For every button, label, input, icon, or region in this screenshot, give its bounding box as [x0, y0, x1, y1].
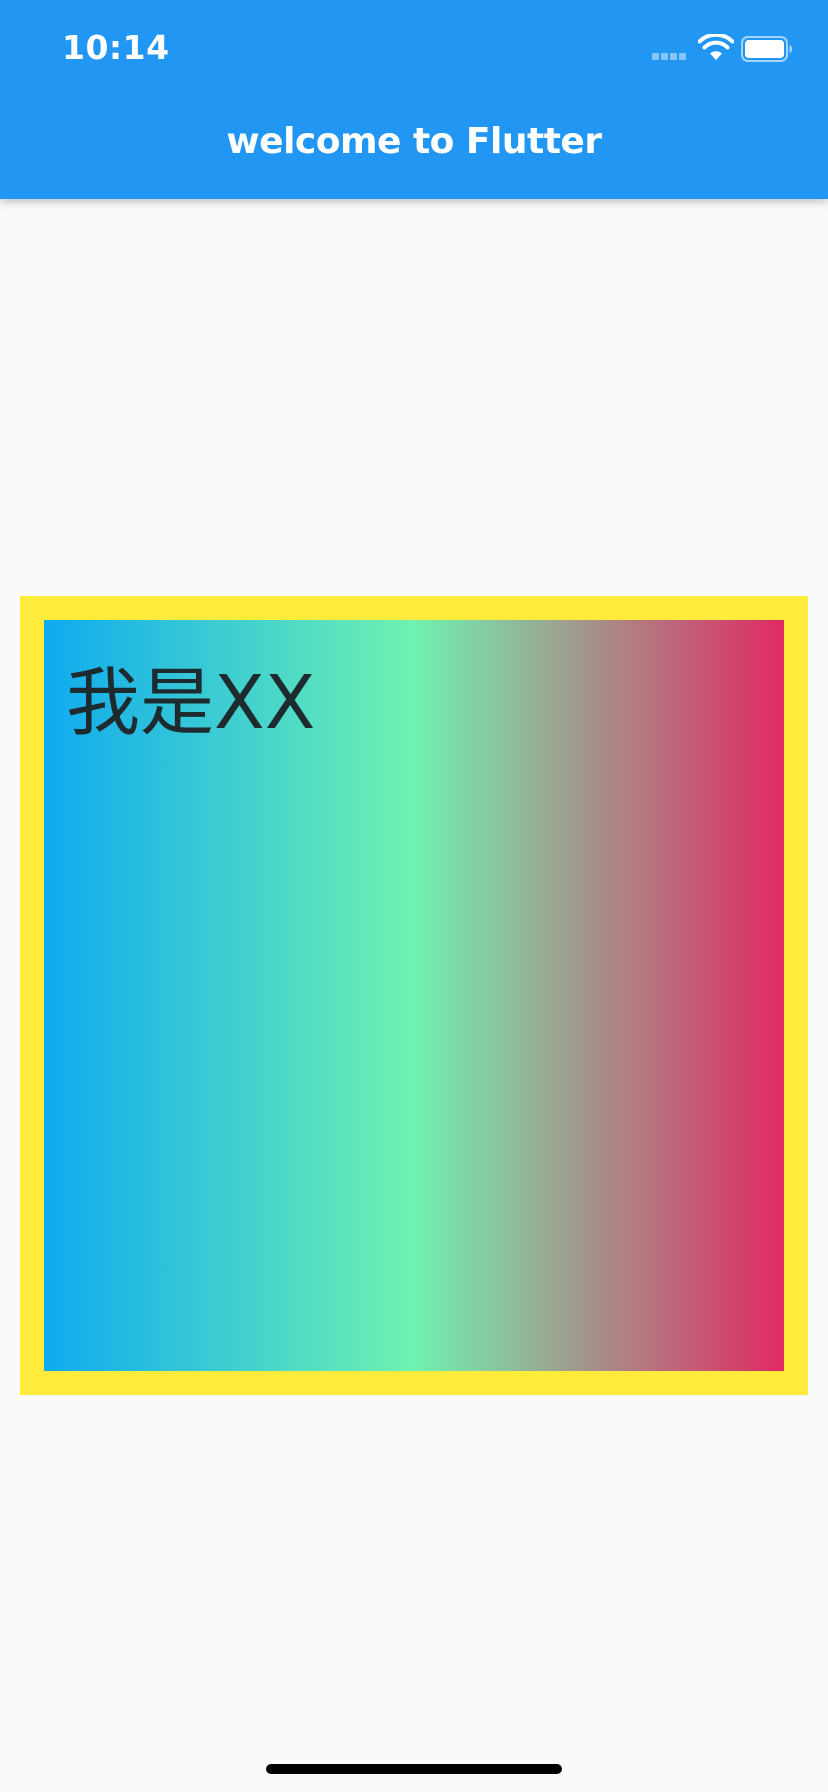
wifi-icon	[698, 34, 734, 60]
cellular-signal-icon	[652, 53, 690, 63]
app-bar: 10:14 welcome to Flutter	[0, 0, 828, 199]
status-time: 10:14	[62, 28, 170, 67]
gradient-card: 我是XX	[44, 620, 784, 1371]
page-title: welcome to Flutter	[226, 121, 602, 162]
battery-icon	[741, 36, 792, 62]
card-frame: 我是XX	[20, 596, 808, 1395]
home-indicator[interactable]	[266, 1764, 562, 1774]
card-text: 我是XX	[66, 660, 316, 746]
